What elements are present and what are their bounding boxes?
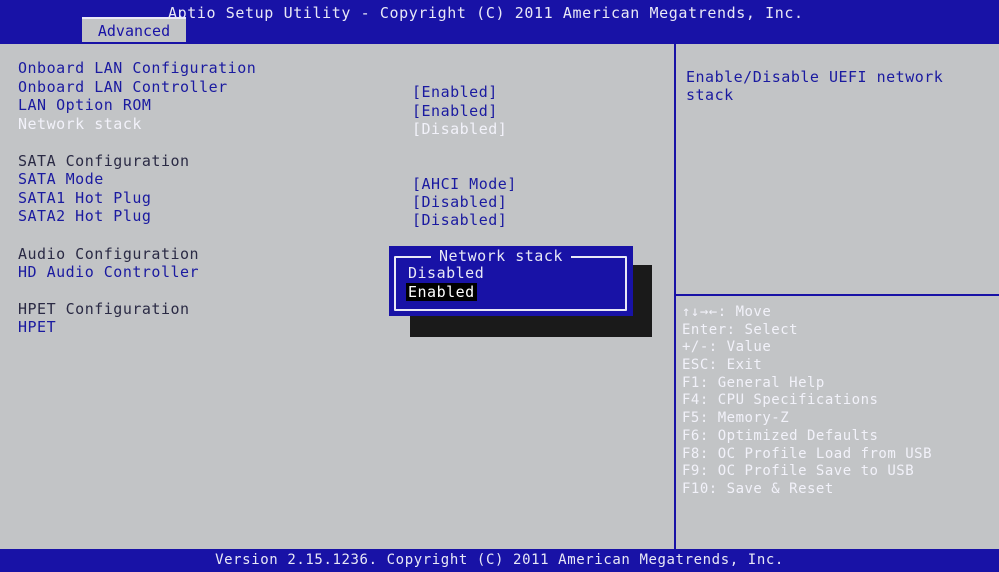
- value-onboard-lan-controller[interactable]: [Enabled]: [412, 83, 498, 101]
- network-stack-popup: Network stack Disabled Enabled: [389, 246, 633, 316]
- key-enter: Enter: Select: [682, 321, 799, 338]
- value-sata1-hot-plug[interactable]: [Disabled]: [412, 193, 507, 211]
- key-legend: ↑↓→←: Move Enter: Select +/-: Value ESC:…: [682, 304, 932, 499]
- help-description: Enable/Disable UEFI network stack: [686, 68, 944, 104]
- key-f1: F1: General Help: [682, 374, 825, 391]
- key-f8: F8: OC Profile Load from USB: [682, 445, 933, 462]
- setting-hpet[interactable]: HPET: [18, 318, 56, 336]
- key-f4: F4: CPU Specifications: [682, 392, 879, 409]
- key-move: ↑↓→←: Move: [682, 304, 772, 320]
- section-audio-configuration: Audio Configuration: [18, 245, 200, 263]
- key-f9: F9: OC Profile Save to USB: [682, 463, 915, 480]
- value-sata-mode[interactable]: [AHCI Mode]: [412, 175, 517, 193]
- top-bar: Aptio Setup Utility - Copyright (C) 2011…: [0, 0, 999, 44]
- value-lan-option-rom[interactable]: [Enabled]: [412, 102, 498, 120]
- value-network-stack[interactable]: [Disabled]: [412, 120, 507, 138]
- key-value: +/-: Value: [682, 339, 772, 356]
- setting-sata1-hot-plug[interactable]: SATA1 Hot Plug: [18, 189, 151, 207]
- setting-network-stack[interactable]: Network stack: [18, 115, 142, 133]
- section-hpet-configuration: HPET Configuration: [18, 300, 190, 318]
- popup-option-disabled[interactable]: Disabled: [408, 264, 484, 282]
- section-sata-configuration: SATA Configuration: [18, 152, 190, 170]
- tab-advanced[interactable]: Advanced: [82, 17, 186, 44]
- popup-title: Network stack: [431, 247, 571, 265]
- setting-onboard-lan-controller[interactable]: Onboard LAN Controller: [18, 78, 228, 96]
- key-esc: ESC: Exit: [682, 357, 763, 374]
- setting-hd-audio-controller[interactable]: HD Audio Controller: [18, 263, 199, 281]
- value-sata2-hot-plug[interactable]: [Disabled]: [412, 211, 507, 229]
- section-onboard-lan-configuration: Onboard LAN Configuration: [18, 59, 257, 77]
- help-panel: Enable/Disable UEFI network stack ↑↓→←: …: [674, 42, 999, 549]
- utility-title: Aptio Setup Utility - Copyright (C) 2011…: [168, 4, 804, 22]
- setting-sata-mode[interactable]: SATA Mode: [18, 170, 104, 188]
- key-f6: F6: Optimized Defaults: [682, 427, 879, 444]
- key-f10: F10: Save & Reset: [682, 480, 834, 497]
- setting-sata2-hot-plug[interactable]: SATA2 Hot Plug: [18, 207, 151, 225]
- footer-version: Version 2.15.1236. Copyright (C) 2011 Am…: [0, 549, 999, 572]
- key-f5: F5: Memory-Z: [682, 410, 790, 427]
- help-divider: [676, 294, 999, 296]
- setting-lan-option-rom[interactable]: LAN Option ROM: [18, 96, 151, 114]
- popup-option-enabled[interactable]: Enabled: [406, 283, 477, 301]
